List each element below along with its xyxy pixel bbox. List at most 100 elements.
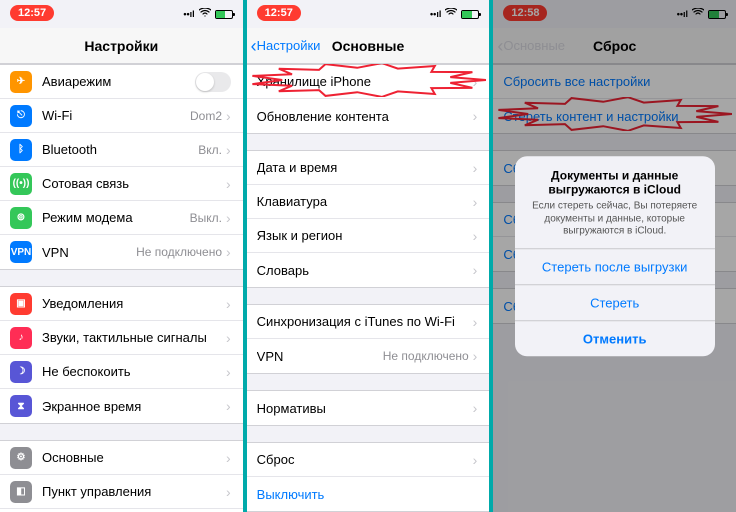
row-label: Экранное время bbox=[42, 399, 226, 414]
status-icons: ••ıl bbox=[430, 8, 479, 20]
chevron-right-icon: › bbox=[226, 142, 231, 158]
dnd-icon: ☽ bbox=[10, 361, 32, 383]
chevron-right-icon: › bbox=[226, 330, 231, 346]
chevron-right-icon: › bbox=[226, 296, 231, 312]
battery-icon bbox=[461, 10, 479, 19]
row-label: Звуки, тактильные сигналы bbox=[42, 330, 226, 345]
chevron-right-icon: › bbox=[473, 348, 478, 364]
chevron-right-icon: › bbox=[473, 400, 478, 416]
chevron-right-icon: › bbox=[226, 364, 231, 380]
chevron-right-icon: › bbox=[473, 452, 478, 468]
row-value: Не подключено bbox=[383, 349, 469, 363]
list-item[interactable]: Обновление контента› bbox=[247, 99, 490, 133]
bluetooth-icon: ᛒ bbox=[10, 139, 32, 161]
back-button[interactable]: ‹Настройки bbox=[247, 37, 321, 55]
list-item[interactable]: ⚙︎Основные› bbox=[0, 441, 243, 475]
chevron-right-icon: › bbox=[226, 484, 231, 500]
row-label: Уведомления bbox=[42, 296, 226, 311]
hotspot-icon: ⊚ bbox=[10, 207, 32, 229]
row-value: Вкл. bbox=[198, 143, 222, 157]
row-label: Дата и время bbox=[257, 160, 473, 175]
list-item[interactable]: ((•)) Сотовая связь› bbox=[0, 167, 243, 201]
row-value: Не подключено bbox=[136, 245, 222, 259]
row-label: Сброс bbox=[257, 452, 473, 467]
chevron-right-icon: › bbox=[473, 314, 478, 330]
chevron-right-icon: › bbox=[226, 450, 231, 466]
chevron-right-icon: › bbox=[473, 228, 478, 244]
list-item[interactable]: ⊚ Режим модемаВыкл. › bbox=[0, 201, 243, 235]
chevron-right-icon: › bbox=[226, 244, 231, 260]
nav-header: ‹Настройки Основные bbox=[247, 28, 490, 64]
chevron-right-icon: › bbox=[473, 262, 478, 278]
chevron-right-icon: › bbox=[226, 176, 231, 192]
back-button[interactable]: ‹Основные bbox=[493, 37, 565, 55]
chevron-right-icon: › bbox=[226, 210, 231, 226]
dialog-message: Если стереть сейчас, Вы потеряете докуме… bbox=[527, 200, 703, 238]
list-item[interactable]: Хранилище iPhone› bbox=[247, 65, 490, 99]
chevron-right-icon: › bbox=[473, 194, 478, 210]
list-item[interactable]: Язык и регион› bbox=[247, 219, 490, 253]
list-item[interactable]: ᛒ BluetoothВкл. › bbox=[0, 133, 243, 167]
list-item[interactable]: ✈︎Авиарежим bbox=[0, 65, 243, 99]
time-pill: 12:57 bbox=[257, 5, 301, 21]
row-label: Не беспокоить bbox=[42, 364, 226, 379]
row-label: Обновление контента bbox=[257, 109, 473, 124]
erase-button[interactable]: Стереть bbox=[515, 284, 715, 320]
battery-icon bbox=[215, 10, 233, 19]
cellular-icon: ((•)) bbox=[10, 173, 32, 195]
signal-icon: ••ıl bbox=[430, 9, 441, 19]
status-icons: ••ıl bbox=[183, 8, 232, 20]
row-label: Bluetooth bbox=[42, 142, 198, 157]
list-item[interactable]: ▣ Уведомления› bbox=[0, 287, 243, 321]
list-item[interactable]: VPNVPNНе подключено› bbox=[0, 235, 243, 269]
general-list[interactable]: Хранилище iPhone›Обновление контента› Да… bbox=[247, 64, 490, 512]
signal-icon: ••ıl bbox=[183, 9, 194, 19]
row-label: Сотовая связь bbox=[42, 176, 226, 191]
list-item[interactable]: Сброс› bbox=[247, 443, 490, 477]
row-label: Хранилище iPhone bbox=[257, 74, 473, 89]
wifi-status-icon bbox=[445, 8, 457, 20]
time-pill: 12:57 bbox=[10, 5, 54, 21]
status-bar: 12:57 ••ıl bbox=[0, 0, 243, 28]
screen-settings: 12:57 ••ıl Настройки ✈︎Авиарежим⎋Wi-FiDo… bbox=[0, 0, 243, 512]
list-item[interactable]: Выключить bbox=[247, 477, 490, 511]
list-item[interactable]: ⧗Экранное время› bbox=[0, 389, 243, 423]
list-item[interactable]: ☽ Не беспокоить› bbox=[0, 355, 243, 389]
notifications-icon: ▣ bbox=[10, 293, 32, 315]
list-item[interactable]: Нормативы› bbox=[247, 391, 490, 425]
row-label: VPN bbox=[42, 245, 136, 260]
list-item[interactable]: ⎋Wi-FiDom2› bbox=[0, 99, 243, 133]
dialog-title: Документы и данные выгружаются в iCloud bbox=[527, 168, 703, 196]
row-label: Пункт управления bbox=[42, 484, 226, 499]
sounds-icon: ♪ bbox=[10, 327, 32, 349]
list-item[interactable]: Дата и время› bbox=[247, 151, 490, 185]
row-label: Авиарежим bbox=[42, 74, 195, 89]
screentime-icon: ⧗ bbox=[10, 395, 32, 417]
vpn-icon: VPN bbox=[10, 241, 32, 263]
row-label: Нормативы bbox=[257, 401, 473, 416]
list-item[interactable]: Синхронизация с iTunes по Wi-Fi› bbox=[247, 305, 490, 339]
settings-list[interactable]: ✈︎Авиарежим⎋Wi-FiDom2›ᛒBluetoothВкл.›((•… bbox=[0, 64, 243, 512]
row-label: Режим модема bbox=[42, 210, 190, 225]
row-label: Wi-Fi bbox=[42, 108, 190, 123]
row-label: Клавиатура bbox=[257, 194, 473, 209]
row-value: Dom2 bbox=[190, 109, 222, 123]
erase-after-upload-button[interactable]: Стереть после выгрузки bbox=[515, 248, 715, 284]
row-label: Язык и регион bbox=[257, 228, 473, 243]
list-item[interactable]: ♪ Звуки, тактильные сигналы› bbox=[0, 321, 243, 355]
screen-reset: 12:58 ••ıl ‹Основные Сброс Сбросить все … bbox=[493, 0, 736, 512]
list-item[interactable]: Клавиатура› bbox=[247, 185, 490, 219]
list-item[interactable]: VPNНе подключено › bbox=[247, 339, 490, 373]
page-title: Настройки bbox=[0, 38, 243, 54]
row-label: Синхронизация с iTunes по Wi-Fi bbox=[257, 314, 473, 329]
chevron-right-icon: › bbox=[226, 108, 231, 124]
list-item[interactable]: Словарь› bbox=[247, 253, 490, 287]
chevron-right-icon: › bbox=[473, 160, 478, 176]
general-icon: ⚙︎ bbox=[10, 447, 32, 469]
row-label: VPN bbox=[257, 349, 383, 364]
cancel-button[interactable]: Отменить bbox=[515, 320, 715, 356]
nav-header: Настройки bbox=[0, 28, 243, 64]
row-value: Выкл. bbox=[190, 211, 222, 225]
list-item[interactable]: ◧Пункт управления› bbox=[0, 475, 243, 509]
toggle-switch[interactable] bbox=[195, 72, 231, 92]
